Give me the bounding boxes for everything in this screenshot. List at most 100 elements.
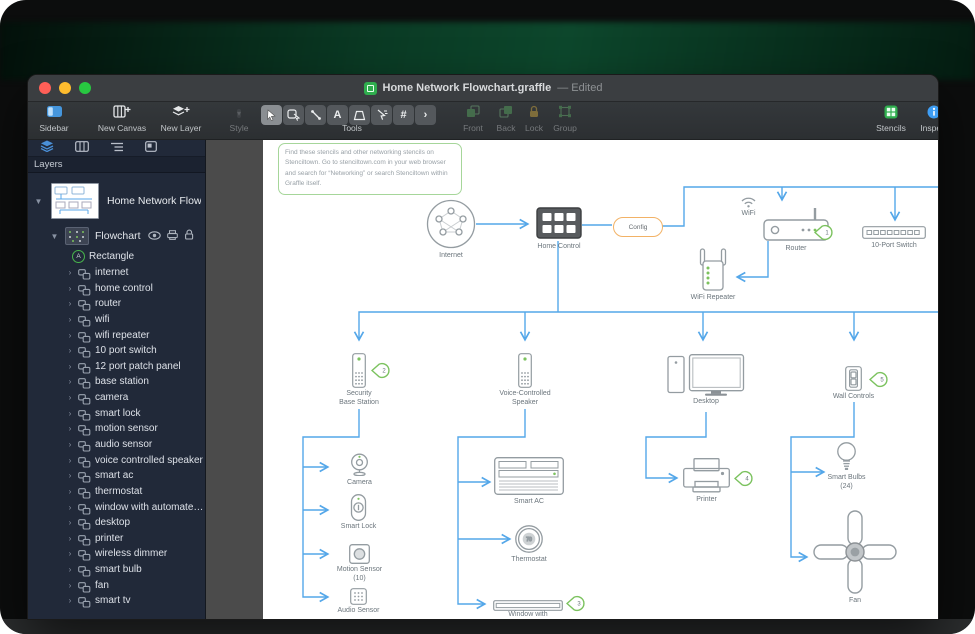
- layer-object-item[interactable]: ›voice controlled speaker: [28, 452, 205, 468]
- disclosure-open-icon[interactable]: ▼: [50, 232, 59, 241]
- node-thermostat[interactable]: 70Thermostat: [515, 525, 543, 558]
- layer-object-item[interactable]: ›base station: [28, 374, 205, 390]
- disclosure-closed-icon[interactable]: ›: [66, 346, 74, 355]
- canvas-scroll-area[interactable]: Find these stencils and other networking…: [206, 140, 938, 619]
- disclosure-closed-icon[interactable]: ›: [66, 471, 74, 480]
- new-canvas-button[interactable]: New Canvas: [90, 105, 154, 133]
- disclosure-closed-icon[interactable]: ›: [66, 565, 74, 574]
- disclosure-open-icon[interactable]: ▼: [34, 197, 43, 206]
- disclosure-closed-icon[interactable]: ›: [66, 268, 74, 277]
- disclosure-closed-icon[interactable]: ›: [66, 440, 74, 449]
- numbered-marker-badge[interactable]: 2: [371, 362, 393, 379]
- disclosure-closed-icon[interactable]: ›: [66, 393, 74, 402]
- disclosure-closed-icon[interactable]: ›: [66, 377, 74, 386]
- disclosure-closed-icon[interactable]: ›: [66, 549, 74, 558]
- node-home-control[interactable]: Home Control: [536, 207, 582, 244]
- numbered-marker-badge[interactable]: 4: [734, 470, 756, 487]
- disclosure-closed-icon[interactable]: ›: [66, 362, 74, 371]
- shape-tool-button[interactable]: [283, 105, 304, 125]
- disclosure-closed-icon[interactable]: ›: [66, 299, 74, 308]
- disclosure-closed-icon[interactable]: ›: [66, 581, 74, 590]
- sidebar-toggle-button[interactable]: Sidebar: [32, 105, 76, 133]
- layer-object-item[interactable]: ›fan: [28, 577, 205, 593]
- tab-contents[interactable]: [145, 140, 157, 157]
- diagram-tool-button[interactable]: #: [393, 105, 414, 125]
- stencils-button[interactable]: Stencils: [870, 105, 912, 133]
- numbered-marker-badge[interactable]: 5: [869, 371, 891, 388]
- more-tools-button[interactable]: ›: [415, 105, 436, 125]
- numbered-marker-badge[interactable]: 3: [566, 595, 588, 612]
- layer-object-item[interactable]: ›internet: [28, 265, 205, 281]
- node-audio-sensor[interactable]: Audio Sensor: [350, 588, 367, 610]
- layer-object-item[interactable]: ›router: [28, 296, 205, 312]
- disclosure-closed-icon[interactable]: ›: [66, 331, 74, 340]
- disclosure-closed-icon[interactable]: ›: [66, 409, 74, 418]
- disclosure-closed-icon[interactable]: ›: [66, 518, 74, 527]
- disclosure-closed-icon[interactable]: ›: [66, 487, 74, 496]
- node-config[interactable]: Config: [613, 217, 661, 237]
- numbered-marker-badge[interactable]: 1: [814, 224, 836, 241]
- text-tool-button[interactable]: A: [327, 105, 348, 125]
- node-smart-lock[interactable]: Smart Lock: [350, 494, 367, 526]
- layer-object-item[interactable]: ›smart lock: [28, 405, 205, 421]
- node-smart-bulbs[interactable]: Smart Bulbs(24): [837, 442, 856, 476]
- node-fan[interactable]: Fan: [812, 509, 898, 600]
- layer-object-item[interactable]: ›wifi: [28, 312, 205, 328]
- lock-button[interactable]: Lock: [520, 105, 548, 133]
- tab-outline[interactable]: [110, 140, 124, 157]
- canvas-page[interactable]: Find these stencils and other networking…: [263, 140, 938, 619]
- inspect-button[interactable]: Inspect: [914, 105, 938, 133]
- node-printer[interactable]: Printer4: [683, 458, 730, 499]
- node-security-station[interactable]: SecurityBase Station2: [352, 353, 366, 393]
- node-internet[interactable]: Internet: [426, 199, 476, 254]
- disclosure-closed-icon[interactable]: ›: [66, 284, 74, 293]
- back-button[interactable]: Back: [491, 105, 521, 133]
- point-editor-tool-button[interactable]: [371, 105, 392, 125]
- layer-unlocked-icon[interactable]: [184, 227, 195, 245]
- close-window-button[interactable]: [39, 82, 51, 94]
- layer-object-item[interactable]: ›smart bulb: [28, 562, 205, 578]
- disclosure-closed-icon[interactable]: ›: [66, 315, 74, 324]
- zoom-window-button[interactable]: [79, 82, 91, 94]
- layer-object-item[interactable]: ›audio sensor: [28, 437, 205, 453]
- disclosure-closed-icon[interactable]: ›: [66, 596, 74, 605]
- layer-object-item[interactable]: ›12 port patch panel: [28, 358, 205, 374]
- group-button[interactable]: Group: [547, 105, 583, 133]
- front-button[interactable]: Front: [456, 105, 490, 133]
- title-bar[interactable]: Home Network Flowchart.graffle — Edited: [28, 75, 938, 102]
- minimize-window-button[interactable]: [59, 82, 71, 94]
- layer-object-item[interactable]: ›smart tv: [28, 593, 205, 609]
- selection-tool-button[interactable]: [261, 105, 282, 125]
- node-desktop[interactable]: Desktop: [667, 354, 745, 401]
- node-window-auto[interactable]: Window with3: [493, 598, 563, 616]
- disclosure-closed-icon[interactable]: ›: [66, 456, 74, 465]
- style-dropdown[interactable]: ▾: [237, 109, 241, 118]
- shape-draw-tool-button[interactable]: [349, 105, 370, 125]
- layer-object-item[interactable]: ›home control: [28, 280, 205, 296]
- tab-canvases[interactable]: [75, 140, 89, 157]
- layer-object-item[interactable]: ›desktop: [28, 515, 205, 531]
- layer-object-item[interactable]: ›window with automate…: [28, 499, 205, 515]
- layer-object-item[interactable]: ›wireless dimmer: [28, 546, 205, 562]
- node-router[interactable]: Router1: [758, 206, 834, 247]
- node-switch10[interactable]: 10-Port Switch: [862, 226, 926, 244]
- layer-object-item[interactable]: ›motion sensor: [28, 421, 205, 437]
- layer-object-rectangle[interactable]: A Rectangle: [28, 249, 205, 265]
- node-repeater[interactable]: WiFi Repeater: [697, 248, 729, 297]
- line-tool-button[interactable]: [305, 105, 326, 125]
- canvas-list-item[interactable]: ▼ Home Network Flowc…: [28, 173, 205, 225]
- layer-object-item[interactable]: ›thermostat: [28, 484, 205, 500]
- style-button[interactable]: ▾ Style: [223, 105, 255, 133]
- disclosure-closed-icon[interactable]: ›: [66, 534, 74, 543]
- layer-list-item[interactable]: ▼ Flowchart: [28, 225, 205, 249]
- new-layer-button[interactable]: New Layer: [154, 105, 208, 133]
- disclosure-closed-icon[interactable]: ›: [66, 503, 74, 512]
- layer-object-item[interactable]: ›camera: [28, 390, 205, 406]
- layer-visible-icon[interactable]: [148, 227, 161, 245]
- node-wall-controls[interactable]: Wall Controls5: [845, 366, 862, 396]
- node-camera[interactable]: Camera: [349, 453, 370, 481]
- layer-print-icon[interactable]: [167, 227, 178, 245]
- layer-object-item[interactable]: ›wifi repeater: [28, 327, 205, 343]
- layer-object-item[interactable]: ›10 port switch: [28, 343, 205, 359]
- node-wifi-ap[interactable]: WiFi: [740, 195, 757, 213]
